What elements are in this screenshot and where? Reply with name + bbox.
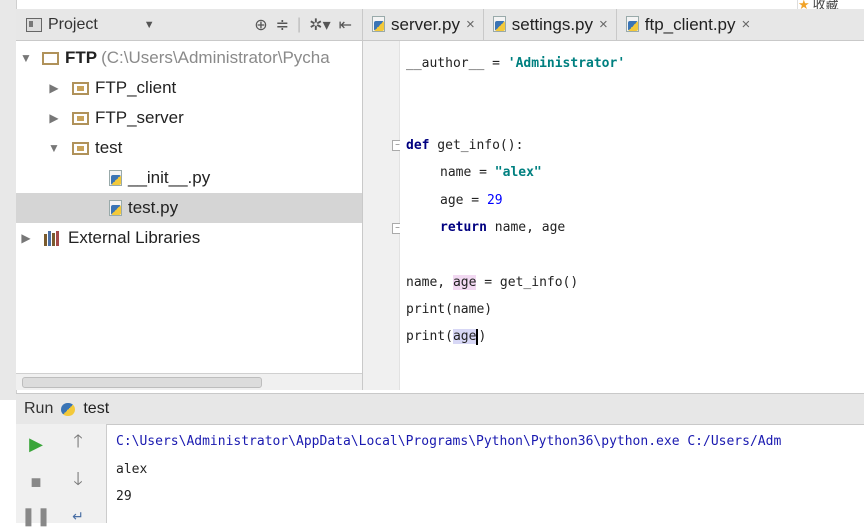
project-icon: [26, 17, 42, 32]
settings-icon[interactable]: ✲▾: [309, 15, 330, 35]
tab-server-py[interactable]: server.py ×: [362, 9, 483, 40]
scroll-up-icon[interactable]: 🡑: [66, 431, 90, 456]
tree-item-label: FTP_client: [95, 78, 177, 97]
collapse-all-icon[interactable]: ≑: [276, 15, 289, 35]
chevron-down-icon[interactable]: ▼: [144, 19, 155, 31]
tree-item-label: test.py: [128, 198, 179, 217]
code-line: age = 29: [440, 193, 503, 208]
collapsed-arrow-icon[interactable]: ▶: [20, 231, 32, 245]
rerun-icon[interactable]: ▶: [24, 432, 48, 456]
tree-item-label: test: [95, 138, 123, 157]
code-editor[interactable]: __author__ = 'Administrator' def get_inf…: [400, 41, 864, 390]
code-line: name, age = get_info(): [406, 275, 579, 290]
tree-item-external-libraries[interactable]: ▶ External Libraries: [16, 223, 362, 253]
expand-arrow-icon[interactable]: ▼: [48, 141, 60, 155]
run-toolbar: ▶ 🡑 ■ 🡓 ❚❚ ↵: [16, 424, 107, 526]
code-line: return name, age: [440, 220, 566, 235]
package-folder-icon: [72, 111, 89, 125]
python-run-config-icon: [59, 401, 77, 418]
toolbar-divider: |: [297, 15, 302, 33]
tree-horizontal-scrollbar[interactable]: [16, 373, 362, 390]
scrollbar-thumb[interactable]: [22, 377, 262, 388]
project-panel-header: Project ▼ ⊕ ≑ | ✲▾ ⇤: [16, 9, 362, 41]
close-icon[interactable]: ×: [466, 16, 475, 33]
tree-item-ftp-server[interactable]: ▶ FTP_server: [16, 103, 362, 133]
tree-item-label: External Libraries: [68, 228, 201, 247]
tab-settings-py[interactable]: settings.py ×: [482, 9, 616, 40]
tab-ftp-client-py[interactable]: ftp_client.py ×: [615, 9, 759, 40]
tab-label: settings.py: [511, 14, 594, 34]
console-line: alex: [116, 462, 148, 477]
expand-arrow-icon[interactable]: ▼: [20, 51, 32, 65]
collapsed-arrow-icon[interactable]: ▶: [48, 81, 60, 95]
python-file-icon: [625, 16, 639, 33]
locate-icon[interactable]: ⊕: [254, 15, 267, 35]
star-icon: ★: [798, 0, 810, 10]
run-config-name[interactable]: test: [83, 400, 109, 418]
code-line: def get_info():: [406, 138, 524, 153]
pause-icon[interactable]: ❚❚: [21, 504, 51, 528]
code-line: name = "alex": [440, 165, 542, 180]
tree-item-test-py[interactable]: test.py: [16, 193, 362, 223]
tree-item-label: FTP_server: [95, 108, 184, 127]
python-file-icon: [371, 16, 385, 33]
editor-tab-bar: server.py × settings.py × ftp_client.py …: [362, 9, 864, 41]
package-folder-icon: [72, 81, 89, 95]
collapsed-arrow-icon[interactable]: ▶: [48, 111, 60, 125]
project-tree: ▼ FTP (C:\Users\Administrator\Pycha ▶ FT…: [16, 41, 362, 373]
stop-icon[interactable]: ■: [24, 470, 48, 494]
favorite-label: 收藏: [812, 0, 839, 10]
project-label: Project: [48, 15, 98, 33]
run-panel-header: Run test: [16, 393, 864, 425]
close-icon[interactable]: ×: [742, 16, 751, 33]
code-line: print(name): [406, 302, 493, 317]
folder-icon: [42, 51, 59, 65]
scroll-down-icon[interactable]: 🡓: [66, 469, 90, 494]
run-console[interactable]: C:\Users\Administrator\AppData\Local\Pro…: [110, 424, 864, 523]
library-icon: [44, 230, 62, 246]
editor-gutter: [363, 41, 400, 390]
python-file-icon: [108, 169, 122, 187]
python-file-icon: [492, 16, 506, 33]
tree-item-label: __init__.py: [128, 168, 211, 187]
project-panel-title[interactable]: Project ▼: [26, 16, 155, 34]
code-line-current: print(age): [406, 328, 487, 345]
tab-label: ftp_client.py: [644, 14, 736, 34]
code-line: __author__ = 'Administrator': [406, 56, 626, 71]
tree-item-init-py[interactable]: __init__.py: [16, 163, 362, 193]
tab-label: server.py: [391, 14, 460, 34]
tree-root-ftp[interactable]: ▼ FTP (C:\Users\Administrator\Pycha: [16, 43, 362, 73]
left-tool-strip: [0, 0, 17, 400]
close-icon[interactable]: ×: [599, 16, 608, 33]
python-file-icon: [108, 199, 122, 217]
console-line: 29: [116, 489, 132, 504]
soft-wrap-icon[interactable]: ↵: [66, 504, 90, 528]
tree-item-ftp-client[interactable]: ▶ FTP_client: [16, 73, 362, 103]
tree-item-label: FTP: [65, 48, 98, 67]
tree-item-test[interactable]: ▼ test: [16, 133, 362, 163]
tree-root-path: (C:\Users\Administrator\Pycha: [101, 48, 330, 67]
hide-panel-icon[interactable]: ⇤: [339, 15, 352, 35]
run-label: Run: [24, 400, 54, 417]
package-folder-icon: [72, 141, 89, 155]
console-line: C:\Users\Administrator\AppData\Local\Pro…: [116, 434, 782, 449]
